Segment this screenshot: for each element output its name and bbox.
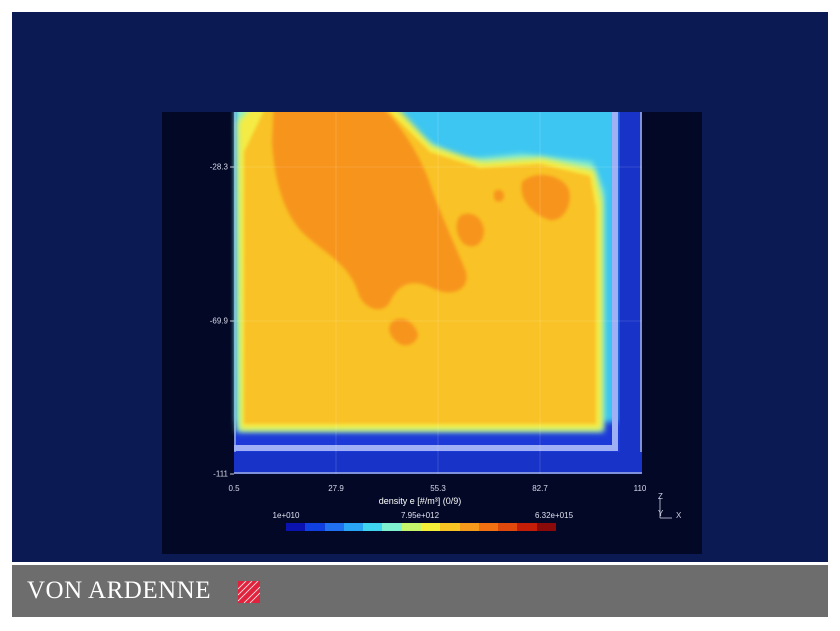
orientation-axes-icon: Z Y X — [652, 492, 692, 524]
footer-bar: VON ARDENNE — [12, 565, 828, 617]
colorbar-swatch — [363, 523, 383, 531]
simulation-render-panel: -28.3 -69.9 -111 0.5 27.9 55.3 82.7 110 — [162, 112, 702, 554]
colorbar-swatch — [536, 523, 556, 531]
colorbar — [286, 523, 556, 531]
company-logo-text: VON ARDENNE — [27, 577, 211, 604]
colorbar-swatch — [420, 523, 441, 531]
x-tick-label: 27.9 — [328, 484, 344, 493]
slide-background: -28.3 -69.9 -111 0.5 27.9 55.3 82.7 110 … — [12, 12, 828, 562]
colorbar-swatch — [401, 523, 421, 531]
y-tick-label: -28.3 — [209, 162, 228, 172]
x-tick-label: 0.5 — [228, 484, 240, 493]
substrate-bottom — [234, 445, 618, 451]
colorbar-swatch — [478, 523, 499, 531]
axis-x-label: X — [676, 511, 682, 520]
axis-z-label: Z — [658, 492, 663, 501]
colorbar-tick-label: 6.32e+015 — [534, 511, 574, 520]
y-tick-label: -111 — [213, 469, 228, 479]
colorbar-swatch — [324, 523, 344, 531]
chamber-right-band — [620, 112, 640, 472]
y-tick-label: -69.9 — [209, 316, 228, 326]
colorbar-tick-label: 7.95e+012 — [400, 511, 440, 520]
colorbar-swatch — [343, 523, 364, 531]
contour-orange-patch-4 — [494, 189, 504, 202]
colorbar-swatch — [305, 523, 325, 531]
colorbar-swatch — [517, 523, 537, 531]
colorbar-swatch — [286, 523, 306, 531]
colorbar-swatch — [382, 523, 402, 531]
colorbar-swatch — [459, 523, 479, 531]
x-tick-label: 55.3 — [430, 484, 446, 493]
colorbar-swatch — [498, 523, 518, 531]
colorbar-swatch — [440, 523, 460, 531]
x-tick-label: 82.7 — [532, 484, 548, 493]
substrate-right — [612, 112, 618, 451]
axis-y-label: Y — [658, 509, 664, 518]
colorbar-title: density e [#/m³] (0/9) — [378, 496, 462, 506]
x-tick-label: 110 — [633, 484, 647, 493]
company-logo-mark-icon — [238, 581, 260, 603]
axis-tick-marks — [230, 166, 234, 475]
colorbar-tick-label: 1e+010 — [272, 511, 300, 520]
